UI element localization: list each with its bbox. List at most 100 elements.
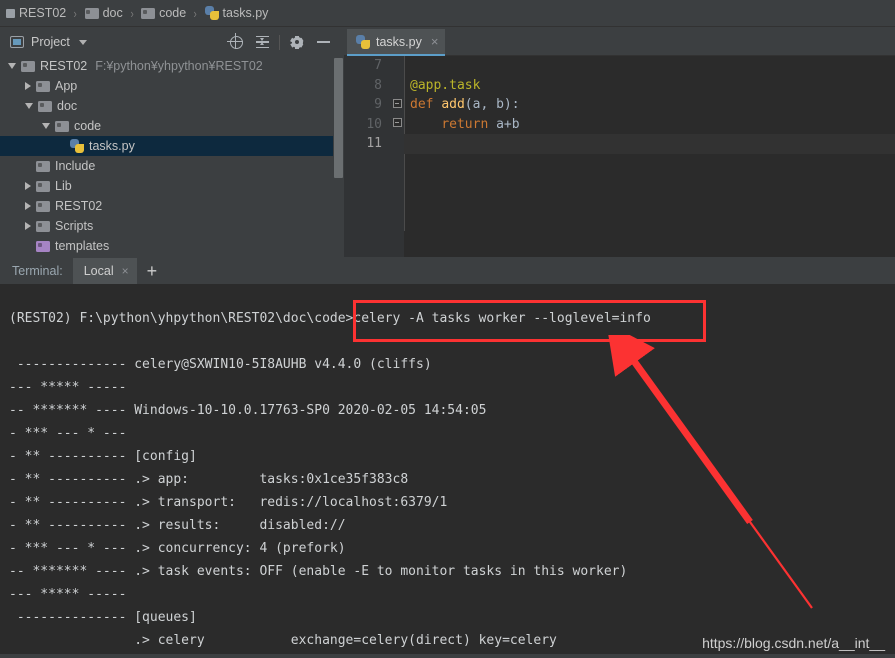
chevron-open-icon[interactable] xyxy=(8,63,16,69)
new-terminal-button[interactable]: + xyxy=(137,259,168,283)
tree-item-label: Include xyxy=(55,159,96,173)
tree-item-doc[interactable]: doc xyxy=(0,96,333,116)
tree-item-rest02[interactable]: REST02 xyxy=(0,196,333,216)
tree-item-code[interactable]: code xyxy=(0,116,333,136)
breadcrumb-label: REST02 xyxy=(19,6,67,20)
chevron-closed-icon[interactable] xyxy=(25,202,31,210)
code-editor[interactable]: 7 8 @app.task 9 def add (a, b): 10 return a+b 1… xyxy=(344,56,895,257)
code-text xyxy=(404,134,895,154)
tree-item-label: Lib xyxy=(55,179,72,193)
terminal-line: -------------- celery@SXWIN10-5I8AUHB v4… xyxy=(9,357,432,372)
code-text: @app.task xyxy=(404,76,895,96)
tree-item-templates[interactable]: templates xyxy=(0,236,333,256)
tree-item-rest02[interactable]: REST02 F:¥python¥yhpython¥REST02 xyxy=(0,56,333,76)
code-line: 9 def add (a, b): xyxy=(344,95,895,115)
hide-panel-button[interactable] xyxy=(310,29,336,55)
collapse-all-button[interactable] xyxy=(249,29,275,55)
project-tree-scrollbar[interactable] xyxy=(333,56,344,257)
code-text: def add (a, b): xyxy=(404,95,895,115)
locate-icon xyxy=(227,33,243,49)
terminal-tab-label: Local xyxy=(83,264,114,278)
tree-item-label: tasks.py xyxy=(89,139,135,153)
folder-icon xyxy=(141,7,156,19)
code-token: return xyxy=(441,116,497,132)
fold-toggle-icon[interactable] xyxy=(390,118,404,130)
tree-item-lib[interactable]: Lib xyxy=(0,176,333,196)
folder-icon xyxy=(38,100,52,112)
tree-item-label: Scripts xyxy=(55,219,94,233)
breadcrumb-separator: › xyxy=(73,5,78,21)
tree-item-label: REST02 xyxy=(55,199,103,213)
breadcrumb: REST02 › doc › code › tasks.py xyxy=(0,0,895,27)
breadcrumb-item-rest02[interactable]: REST02 xyxy=(6,0,66,26)
folder-icon xyxy=(21,60,35,72)
folder-icon xyxy=(36,220,50,232)
project-panel-header: Project xyxy=(0,28,344,56)
terminal-line: -------------- [queues] xyxy=(9,610,197,625)
code-line: 10 return a+b xyxy=(344,115,895,135)
tree-arrow-placeholder xyxy=(59,146,65,147)
locate-file-button[interactable] xyxy=(223,29,249,55)
chevron-down-icon[interactable] xyxy=(78,39,87,45)
chevron-closed-icon[interactable] xyxy=(25,222,31,230)
chevron-open-icon[interactable] xyxy=(25,103,33,109)
terminal-line: -- ******* ---- Windows-10-10.0.17763-SP… xyxy=(9,403,487,418)
tree-item-path: F:¥python¥yhpython¥REST02 xyxy=(95,59,263,73)
toolbar-divider xyxy=(279,34,280,50)
tree-arrow-placeholder xyxy=(25,166,31,167)
settings-button[interactable] xyxy=(284,29,310,55)
tree-item-label: REST02 xyxy=(40,59,88,73)
project-tree: REST02 F:¥python¥yhpython¥REST02 App doc cod… xyxy=(0,56,333,257)
tree-item-include[interactable]: Include xyxy=(0,156,333,176)
tree-item-scripts[interactable]: Scripts xyxy=(0,216,333,236)
breadcrumb-label: code xyxy=(159,6,187,20)
collapse-all-icon xyxy=(255,35,269,49)
tree-item-label: doc xyxy=(57,99,78,113)
module-icon xyxy=(6,8,15,18)
breadcrumb-item-code[interactable]: code xyxy=(141,0,186,26)
python-file-icon xyxy=(356,34,370,49)
scrollbar-thumb[interactable] xyxy=(334,58,343,178)
editor-tabstrip: tasks.py × xyxy=(344,28,895,56)
line-number: 7 xyxy=(374,58,382,74)
line-number: 10 xyxy=(366,116,382,132)
code-token: a+b xyxy=(496,116,520,132)
breadcrumb-label: doc xyxy=(102,6,123,20)
terminal-panel-title: Terminal: xyxy=(12,264,63,278)
gear-icon xyxy=(290,35,304,49)
close-icon[interactable]: × xyxy=(122,265,129,277)
chevron-closed-icon[interactable] xyxy=(25,182,31,190)
code-token: def xyxy=(410,97,442,113)
close-icon[interactable]: × xyxy=(431,35,439,48)
tree-item-tasks-py[interactable]: tasks.py xyxy=(0,136,333,156)
breadcrumb-item-tasks-py[interactable]: tasks.py xyxy=(204,0,268,26)
project-panel-title: Project xyxy=(31,35,70,49)
minimize-icon xyxy=(316,41,330,43)
code-token: @app.task xyxy=(410,77,481,93)
terminal-line: - ** ---------- .> results: disabled:// xyxy=(9,518,346,533)
folder-icon xyxy=(36,200,50,212)
fold-marker[interactable] xyxy=(392,118,402,128)
terminal-output[interactable]: (REST02) F:\python\yhpython\REST02\doc\c… xyxy=(0,284,895,658)
code-line: 8 @app.task xyxy=(344,76,895,96)
terminal-line: - ** ---------- .> transport: redis://lo… xyxy=(9,495,448,510)
terminal-line: --- ***** ----- xyxy=(9,380,127,395)
fold-toggle-icon[interactable] xyxy=(390,98,404,111)
chevron-open-icon[interactable] xyxy=(42,123,50,129)
terminal-line: -- ******* ---- .> task events: OFF (ena… xyxy=(9,564,628,579)
terminal-line: - *** --- * --- xyxy=(9,426,127,441)
line-number: 8 xyxy=(374,77,382,93)
terminal-line: - ** ---------- .> app: tasks:0x1ce35f38… xyxy=(9,472,409,487)
folder-icon xyxy=(36,180,50,192)
tree-item-app[interactable]: App xyxy=(0,76,333,96)
chevron-closed-icon[interactable] xyxy=(25,82,31,90)
terminal-tab-local[interactable]: Local × xyxy=(72,258,137,284)
fold-marker[interactable] xyxy=(392,98,402,108)
tab-tasks-py[interactable]: tasks.py × xyxy=(347,29,446,56)
breadcrumb-item-doc[interactable]: doc xyxy=(84,0,123,26)
line-number: 9 xyxy=(374,97,382,113)
terminal-line: --- ***** ----- xyxy=(9,587,127,602)
